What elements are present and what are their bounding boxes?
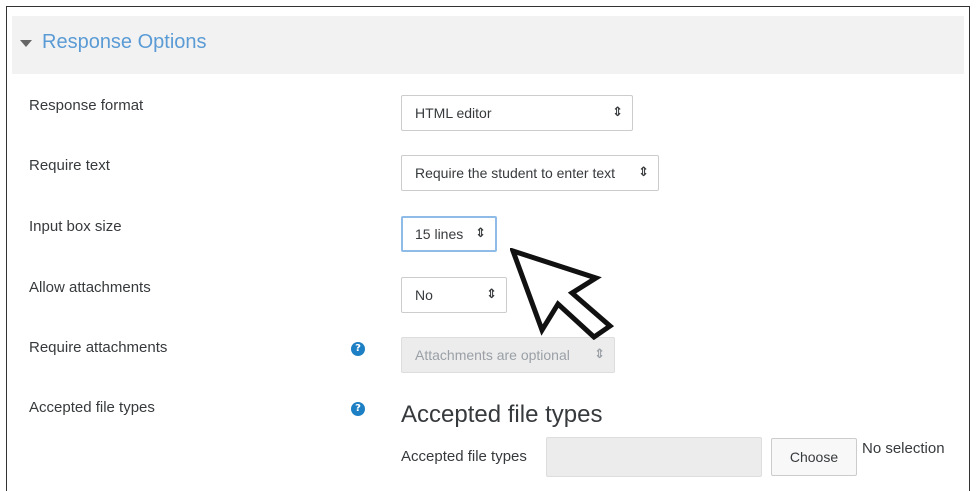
choose-button[interactable]: Choose xyxy=(771,438,857,476)
response-format-select[interactable]: HTML editor ⇕ xyxy=(401,95,633,131)
require-attachments-value: Attachments are optional xyxy=(415,347,570,363)
mouse-pointer-icon xyxy=(510,248,614,340)
question-circle-icon[interactable]: ? xyxy=(351,342,365,356)
require-text-select[interactable]: Require the student to enter text ⇕ xyxy=(401,155,659,191)
input-box-size-value: 15 lines xyxy=(415,226,464,242)
accepted-file-types-label: Accepted file types xyxy=(29,399,155,416)
accepted-file-types-input[interactable] xyxy=(546,437,762,477)
question-circle-icon[interactable]: ? xyxy=(351,402,365,416)
no-selection-status: No selection xyxy=(862,440,945,457)
updown-arrows-icon: ⇕ xyxy=(475,226,486,241)
updown-arrows-icon: ⇕ xyxy=(486,287,497,302)
accepted-file-types-heading: Accepted file types xyxy=(401,401,603,428)
response-format-value: HTML editor xyxy=(415,105,492,121)
updown-arrows-icon: ⇕ xyxy=(612,105,623,120)
updown-arrows-icon: ⇕ xyxy=(594,347,605,362)
accepted-file-types-inner-label: Accepted file types xyxy=(401,448,527,465)
require-attachments-select: Attachments are optional ⇕ xyxy=(401,337,615,373)
require-text-label: Require text xyxy=(29,157,110,174)
require-text-value: Require the student to enter text xyxy=(415,165,616,181)
allow-attachments-select[interactable]: No ⇕ xyxy=(401,277,507,313)
allow-attachments-label: Allow attachments xyxy=(29,279,151,296)
input-box-size-select[interactable]: 15 lines ⇕ xyxy=(401,216,497,252)
response-format-label: Response format xyxy=(29,97,144,114)
section-title[interactable]: Response Options xyxy=(42,31,207,54)
input-box-size-label: Input box size xyxy=(29,218,122,235)
updown-arrows-icon: ⇕ xyxy=(638,165,649,180)
require-attachments-label: Require attachments xyxy=(29,339,168,356)
caret-down-icon[interactable] xyxy=(20,40,32,47)
allow-attachments-value: No xyxy=(415,287,433,303)
